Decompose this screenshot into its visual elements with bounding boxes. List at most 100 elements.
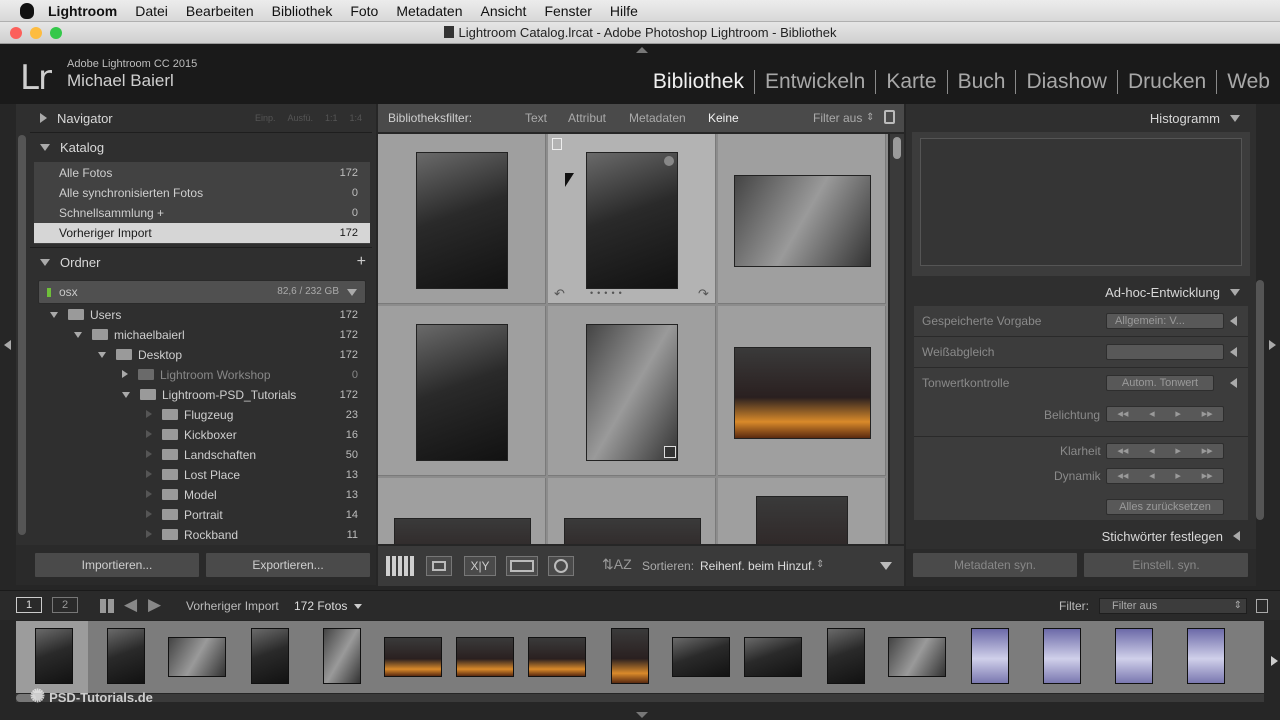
catalog-item[interactable]: Alle Fotos 172 <box>34 163 370 183</box>
filmstrip-thumb[interactable] <box>1043 628 1081 684</box>
filmstrip-thumb[interactable] <box>1187 628 1225 684</box>
back-arrow-icon[interactable]: ◀ <box>124 595 137 615</box>
catalog-item[interactable]: Schnellsammlung + 0 <box>34 203 370 223</box>
filmstrip-thumb[interactable] <box>744 637 802 677</box>
lock-icon[interactable] <box>884 110 895 124</box>
filter-text-tab[interactable]: Text <box>525 104 547 132</box>
module-buch[interactable]: Buch <box>948 70 1017 94</box>
filmstrip-thumb[interactable] <box>384 637 442 677</box>
module-entwickeln[interactable]: Entwickeln <box>755 70 877 94</box>
folder-row[interactable]: Lost Place 13 <box>34 465 370 485</box>
volume-bar[interactable]: osx 82,6 / 232 GB <box>38 280 366 304</box>
folders-header[interactable]: Ordner + <box>30 248 372 276</box>
photo-thumbnail[interactable] <box>394 518 531 544</box>
filmstrip-thumb[interactable] <box>251 628 289 684</box>
sort-direction-icon[interactable]: ⇅AZ <box>602 556 632 573</box>
expand-icon[interactable] <box>1230 316 1237 326</box>
collapse-top-icon[interactable] <box>636 47 648 53</box>
photo-thumbnail[interactable] <box>586 324 678 461</box>
filmstrip-source[interactable]: Vorheriger Import <box>186 599 279 613</box>
primary-window-button[interactable]: 1 <box>16 597 42 613</box>
module-diashow[interactable]: Diashow <box>1016 70 1118 94</box>
filmstrip-thumb[interactable] <box>1115 628 1153 684</box>
folder-row[interactable]: Landschaften 50 <box>34 445 370 465</box>
people-view-icon[interactable] <box>548 556 574 576</box>
zoom-icon[interactable] <box>50 27 62 39</box>
clarity-stepper[interactable]: ◂◂ ◂ ▸ ▸▸ <box>1106 443 1224 459</box>
filmstrip-thumb[interactable] <box>107 628 145 684</box>
folder-row[interactable]: Kickboxer 16 <box>34 425 370 445</box>
filmstrip-thumb[interactable] <box>456 637 514 677</box>
grid-cell[interactable] <box>378 306 546 476</box>
sync-settings-button[interactable]: Einstell. syn. <box>1083 552 1249 578</box>
folder-row[interactable]: Model 13 <box>34 485 370 505</box>
grid-view-icon[interactable] <box>100 599 114 613</box>
export-button[interactable]: Exportieren... <box>205 552 371 578</box>
left-panel-scrollbar[interactable] <box>18 135 26 535</box>
rating-stars[interactable]: ••••• <box>590 288 626 298</box>
filmstrip-filter-select[interactable]: Filter aus ⇕ <box>1099 598 1247 614</box>
import-button[interactable]: Importieren... <box>34 552 200 578</box>
filmstrip-thumb[interactable] <box>672 637 730 677</box>
collapse-left-icon[interactable] <box>4 340 11 350</box>
module-karte[interactable]: Karte <box>876 70 948 94</box>
navigator-header[interactable]: Navigator Einp. Ausfü. 1:1 1:4 <box>30 104 372 132</box>
filmstrip-thumb[interactable] <box>168 637 226 677</box>
grid-view-icon[interactable] <box>386 556 416 576</box>
compare-view-icon[interactable]: X|Y <box>464 556 496 576</box>
filmstrip-thumb[interactable] <box>611 628 649 684</box>
loupe-view-icon[interactable] <box>426 556 452 576</box>
white-balance-select[interactable] <box>1106 344 1224 360</box>
photo-thumbnail[interactable] <box>734 347 871 439</box>
vibrance-stepper[interactable]: ◂◂ ◂ ▸ ▸▸ <box>1106 468 1224 484</box>
folder-row[interactable]: Lightroom-PSD_Tutorials 172 <box>34 385 370 405</box>
photo-thumbnail[interactable] <box>416 152 508 289</box>
collapse-bottom-icon[interactable] <box>636 712 648 718</box>
menu-bearbeiten[interactable]: Bearbeiten <box>186 3 254 19</box>
zoom-fill-option[interactable]: Ausfü. <box>287 113 313 123</box>
menu-foto[interactable]: Foto <box>350 3 378 19</box>
photo-thumbnail[interactable] <box>734 175 871 267</box>
catalog-header[interactable]: Katalog <box>30 133 372 161</box>
catalog-item[interactable]: Alle synchronisierten Fotos 0 <box>34 183 370 203</box>
grid-cell[interactable] <box>718 478 886 544</box>
apple-icon[interactable] <box>20 2 34 19</box>
grid-cell[interactable] <box>718 306 886 476</box>
module-web[interactable]: Web <box>1217 70 1280 94</box>
filmstrip-thumb[interactable] <box>888 637 946 677</box>
grid-scrollbar-thumb[interactable] <box>893 137 901 159</box>
grid-cell-hover[interactable]: ↶ ••••• ↷ <box>548 134 716 304</box>
menu-ansicht[interactable]: Ansicht <box>481 3 527 19</box>
rotate-left-icon[interactable]: ↶ <box>554 286 565 302</box>
flag-icon[interactable] <box>552 138 562 150</box>
filmstrip-thumb[interactable] <box>827 628 865 684</box>
chevron-down-icon[interactable] <box>354 604 362 609</box>
forward-arrow-icon[interactable]: ▶ <box>148 595 161 615</box>
menu-app[interactable]: Lightroom <box>48 3 117 19</box>
toolbar-menu-icon[interactable] <box>880 562 892 570</box>
filter-none-tab[interactable]: Keine <box>708 104 739 132</box>
filmstrip-thumb[interactable] <box>528 637 586 677</box>
photo-thumbnail[interactable] <box>564 518 701 544</box>
reset-all-button[interactable]: Alles zurücksetzen <box>1106 499 1224 515</box>
grid-cell[interactable] <box>548 306 716 476</box>
grid-cell[interactable] <box>378 478 546 544</box>
folder-row[interactable]: Flugzeug 23 <box>34 405 370 425</box>
filmstrip-thumb[interactable] <box>971 628 1009 684</box>
grid-cell[interactable] <box>548 478 716 544</box>
zoom-1-4-option[interactable]: 1:4 <box>349 113 362 123</box>
minimize-icon[interactable] <box>30 27 42 39</box>
sort-select[interactable]: Reihenf. beim Hinzuf. <box>700 559 815 573</box>
filter-lock-icon[interactable] <box>1256 599 1268 613</box>
menu-fenster[interactable]: Fenster <box>544 3 591 19</box>
zoom-1-1-option[interactable]: 1:1 <box>325 113 338 123</box>
module-drucken[interactable]: Drucken <box>1118 70 1218 94</box>
filmstrip-thumb[interactable] <box>323 628 361 684</box>
folder-row[interactable]: Desktop 172 <box>34 345 370 365</box>
expand-icon[interactable] <box>1230 378 1237 388</box>
expand-icon[interactable] <box>1230 347 1237 357</box>
menu-datei[interactable]: Datei <box>135 3 168 19</box>
grid-cell[interactable] <box>378 134 546 304</box>
photo-thumbnail[interactable] <box>586 152 678 289</box>
secondary-window-button[interactable]: 2 <box>52 597 78 613</box>
